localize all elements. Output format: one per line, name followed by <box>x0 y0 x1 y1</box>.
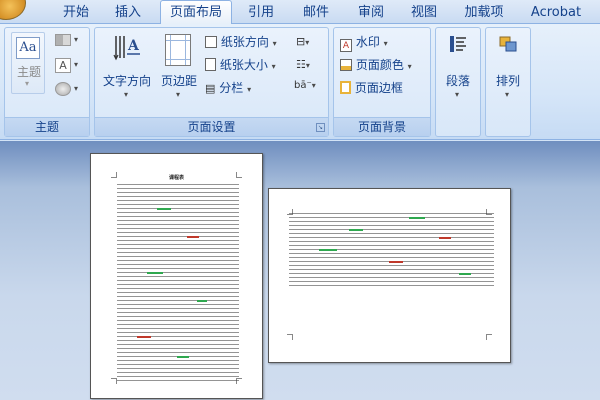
text-direction-icon: A <box>113 34 141 62</box>
columns-button[interactable]: ▤ 分栏 ▾ <box>205 78 251 98</box>
arrange-icon <box>498 34 518 54</box>
group-page-background: A 水印 ▾ 页面颜色 ▾ 页面边框 页面背景 <box>333 27 431 137</box>
theme-colors-icon[interactable] <box>55 34 71 46</box>
paragraph-label: 段落 <box>445 74 470 88</box>
tab-home[interactable]: 开始 <box>56 3 96 24</box>
columns-label: 分栏 <box>219 81 244 95</box>
page-color-icon <box>340 59 352 71</box>
chevron-down-icon: ▾ <box>74 35 79 44</box>
group-theme: Aa 主题 ▾ ▾ A ▾ ▾ 主题 <box>4 27 90 137</box>
tab-insert[interactable]: 插入 <box>108 3 148 24</box>
group-page-setup: A 文字方向 ▾ 页边距 ▾ 纸张方向 ▾ 纸张大小 ▾ ▤ 分栏 ▾ ⊟▾ ☷… <box>94 27 329 137</box>
page-size-icon <box>205 58 216 71</box>
margin-corner-mark <box>287 334 293 340</box>
tab-page-layout[interactable]: 页面布局 <box>160 0 232 25</box>
margins-button[interactable]: 页边距 ▾ <box>157 32 201 110</box>
line-numbers-button[interactable]: ☷▾ <box>296 57 324 73</box>
text-direction-button[interactable]: A 文字方向 ▾ <box>99 32 155 110</box>
page-title: 课程表 <box>168 175 184 181</box>
page-text-lines <box>289 213 494 289</box>
chevron-down-icon: ▾ <box>305 38 310 47</box>
theme-effects-icon[interactable] <box>55 82 71 96</box>
orientation-button[interactable]: 纸张方向 ▾ <box>205 32 277 52</box>
group-paragraph[interactable]: 段落 ▾ <box>435 27 481 137</box>
chevron-down-icon: ▾ <box>74 84 79 93</box>
theme-button-label: 主题 <box>16 65 41 79</box>
margins-icon <box>165 34 191 66</box>
arrange-label: 排列 <box>495 74 520 88</box>
chevron-down-icon: ▾ <box>124 90 129 99</box>
theme-button[interactable]: Aa 主题 ▾ <box>11 32 45 94</box>
chevron-down-icon: ▾ <box>272 39 277 48</box>
svg-text:A: A <box>127 38 140 54</box>
ribbon: Aa 主题 ▾ ▾ A ▾ ▾ 主题 A 文字方向 ▾ 页边距 ▾ 纸张方向 ▾… <box>0 24 600 140</box>
watermark-label: 水印 <box>355 35 380 49</box>
line-numbers-icon: ☷ <box>296 58 306 71</box>
chevron-down-icon: ▾ <box>176 90 181 99</box>
text-direction-label: 文字方向 <box>102 74 151 88</box>
document-area[interactable]: 课程表 <box>0 141 600 400</box>
margins-label: 页边距 <box>160 74 197 88</box>
group-theme-label: 主题 <box>5 117 89 136</box>
office-button[interactable] <box>0 0 26 20</box>
page-borders-label: 页面边框 <box>354 81 403 95</box>
chevron-down-icon: ▾ <box>25 79 30 88</box>
chevron-down-icon: ▾ <box>383 39 388 48</box>
breaks-icon: ⊟ <box>296 35 306 48</box>
page-borders-button[interactable]: 页面边框 <box>340 78 403 98</box>
size-button[interactable]: 纸张大小 ▾ <box>205 55 276 75</box>
chevron-down-icon: ▾ <box>305 61 310 70</box>
page-color-label: 页面颜色 <box>355 58 404 72</box>
size-label: 纸张大小 <box>219 58 268 72</box>
document-page-landscape[interactable] <box>268 188 511 363</box>
group-arrange[interactable]: 排列 ▾ <box>485 27 531 137</box>
chevron-down-icon: ▾ <box>311 81 316 90</box>
tab-references[interactable]: 引用 <box>241 3 281 24</box>
group-page-setup-label: 页面设置 <box>95 117 328 136</box>
chevron-down-icon: ▾ <box>505 90 510 99</box>
chevron-down-icon: ▾ <box>271 62 276 71</box>
tab-acrobat[interactable]: Acrobat <box>524 3 588 24</box>
page-color-button[interactable]: 页面颜色 ▾ <box>340 55 412 75</box>
chevron-down-icon: ▾ <box>407 62 412 71</box>
tab-mailings[interactable]: 邮件 <box>296 3 336 24</box>
breaks-button[interactable]: ⊟▾ <box>296 34 324 50</box>
tab-review[interactable]: 审阅 <box>351 3 391 24</box>
theme-icon: Aa <box>16 37 40 59</box>
page-borders-icon <box>340 81 351 94</box>
chevron-down-icon: ▾ <box>247 85 252 94</box>
watermark-button[interactable]: A 水印 ▾ <box>340 32 388 52</box>
hyphenation-icon: bā⁻ <box>294 80 312 91</box>
hyphenation-button[interactable]: bā⁻▾ <box>294 80 326 96</box>
chevron-down-icon: ▾ <box>455 90 460 99</box>
margin-corner-mark <box>486 334 492 340</box>
watermark-icon: A <box>340 39 352 52</box>
chevron-down-icon: ▾ <box>74 60 79 69</box>
group-page-background-label: 页面背景 <box>334 117 430 136</box>
tab-view[interactable]: 视图 <box>404 3 444 24</box>
dialog-launcher-icon[interactable]: ↘ <box>316 123 325 132</box>
document-page-portrait[interactable]: 课程表 <box>90 153 263 399</box>
page-text-lines <box>117 184 239 384</box>
orientation-label: 纸张方向 <box>220 35 269 49</box>
tab-addins[interactable]: 加载项 <box>458 3 510 24</box>
columns-icon: ▤ <box>205 82 216 95</box>
page-orientation-icon <box>205 36 217 48</box>
paragraph-icon <box>448 34 468 54</box>
ribbon-tab-bar: 开始 插入 页面布局 引用 邮件 审阅 视图 加载项 Acrobat <box>0 0 600 25</box>
theme-fonts-icon[interactable]: A <box>55 58 71 73</box>
